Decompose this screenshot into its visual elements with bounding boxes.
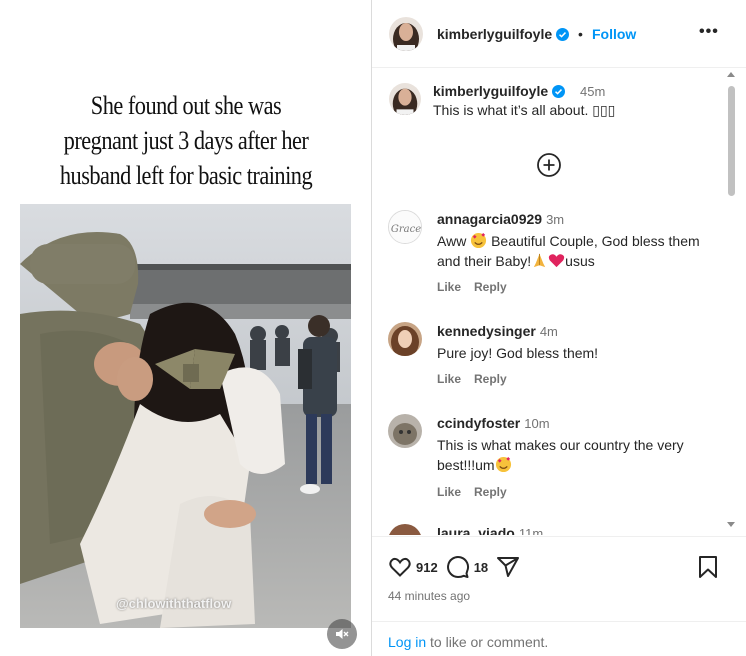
comment-text-part: This is what makes our country the very … [437, 437, 684, 473]
caption-timestamp[interactable]: 45m [580, 84, 605, 99]
svg-text:Grace: Grace [391, 224, 421, 235]
comment-text: Aww Beautiful Couple, God bless them and… [437, 231, 722, 271]
comment-actions: Like Reply [437, 485, 520, 499]
like-comment-button[interactable]: Like [437, 280, 461, 294]
reply-button[interactable]: Reply [474, 372, 507, 386]
smiling-face-with-hearts-icon [471, 232, 487, 249]
post-sidebar: kimberlyguilfoyle • Follow ••• kimberlyg… [372, 0, 746, 656]
like-comment-button[interactable]: Like [437, 372, 461, 386]
share-icon[interactable] [496, 555, 520, 579]
like-count[interactable]: 912 [416, 560, 438, 575]
reply-button[interactable]: Reply [474, 485, 507, 499]
red-heart-icon [548, 254, 565, 268]
scrollbar-thumb[interactable] [728, 86, 735, 196]
comments-list[interactable]: kimberlyguilfoyle 45m This is what it’s … [372, 69, 746, 535]
comment-username[interactable]: kennedysinger 4m [437, 323, 558, 339]
mute-button[interactable] [327, 619, 357, 649]
follow-button[interactable]: Follow [592, 26, 636, 42]
caption-line: husband left for basic training [59, 161, 313, 190]
login-link[interactable]: Log in [388, 634, 426, 650]
smiling-face-with-hearts-icon [495, 456, 511, 473]
avatar[interactable] [389, 17, 423, 51]
avatar[interactable] [389, 83, 421, 115]
comment-username[interactable]: laura_viado 11m [437, 525, 543, 535]
plus-circle-icon [537, 153, 561, 177]
comment-username[interactable]: ccindyfoster 10m [437, 415, 550, 431]
caption-line: She found out she was [90, 91, 282, 120]
media-watermark: @chlowiththatflow [116, 596, 232, 611]
comment-username[interactable]: annagarcia0929 3m [437, 211, 564, 227]
comment-text: This is what makes our country the very … [437, 435, 722, 475]
post-media[interactable]: She found out she was pregnant just 3 da… [0, 0, 371, 656]
post-timestamp[interactable]: 44 minutes ago [388, 589, 470, 603]
comment-timestamp[interactable]: 10m [524, 416, 549, 431]
comment-item: kennedysinger 4m Pure joy! God bless them… [372, 322, 732, 392]
speaker-muted-icon [336, 629, 349, 639]
username-text[interactable]: kimberlyguilfoyle [433, 83, 548, 99]
caption-line: pregnant just 3 days after her [63, 126, 309, 155]
comment-text-part: usus [565, 253, 595, 269]
login-prompt-text: Log in to like or comment. [388, 634, 548, 650]
comment-item: Grace annagarcia0929 3m Aww Beautiful Cou… [372, 210, 732, 300]
header-username[interactable]: kimberlyguilfoyle [437, 26, 570, 42]
username-text[interactable]: kimberlyguilfoyle [437, 26, 552, 42]
reply-button[interactable]: Reply [474, 280, 507, 294]
folded-hands-icon [534, 253, 546, 268]
comment-text-part: Aww [437, 233, 471, 249]
comment-text: Pure joy! God bless them! [437, 345, 599, 361]
comment-icon[interactable] [446, 555, 470, 579]
comment-item: laura_viado 11m [372, 524, 732, 535]
comment-item: ccindyfoster 10m This is what makes our c… [372, 414, 732, 504]
verified-badge-icon [556, 28, 570, 41]
scroll-down-arrow[interactable] [727, 522, 735, 527]
avatar[interactable] [388, 414, 422, 448]
avatar[interactable] [388, 322, 422, 356]
bookmark-icon [699, 556, 717, 578]
username-text[interactable]: ccindyfoster [437, 415, 520, 431]
login-prompt-rest: to like or comment. [426, 634, 549, 650]
post-header: kimberlyguilfoyle • Follow ••• [372, 0, 746, 68]
comment-timestamp[interactable]: 4m [540, 324, 558, 339]
scroll-up-arrow[interactable] [727, 72, 735, 77]
avatar[interactable] [388, 524, 422, 535]
post-footer: 912 18 44 minutes ago Log in to like or … [372, 536, 746, 656]
like-comment-button[interactable]: Like [437, 485, 461, 499]
comment-timestamp[interactable]: 11m [519, 526, 543, 535]
post-caption: This is what it’s all about. ▯▯▯ [433, 102, 616, 118]
heart-icon[interactable] [388, 555, 412, 579]
verified-badge-icon [552, 85, 566, 98]
more-options-icon[interactable]: ••• [699, 23, 719, 41]
load-more-comments-button[interactable] [535, 151, 563, 179]
username-text[interactable]: kennedysinger [437, 323, 536, 339]
comment-actions: Like Reply [437, 280, 520, 294]
comment-actions: Like Reply [437, 372, 520, 386]
save-button[interactable] [697, 555, 719, 584]
action-bar: 912 18 [388, 554, 520, 580]
comment-count[interactable]: 18 [474, 560, 488, 575]
login-prompt: Log in to like or comment. [372, 621, 746, 656]
caption-username[interactable]: kimberlyguilfoyle [433, 83, 566, 99]
comment-timestamp[interactable]: 3m [546, 212, 564, 227]
avatar[interactable]: Grace [388, 210, 422, 244]
username-text[interactable]: annagarcia0929 [437, 211, 542, 227]
separator-dot: • [578, 26, 583, 42]
post-photo [20, 204, 351, 628]
media-caption-overlay: She found out she was pregnant just 3 da… [42, 88, 331, 193]
username-text[interactable]: laura_viado [437, 525, 515, 535]
